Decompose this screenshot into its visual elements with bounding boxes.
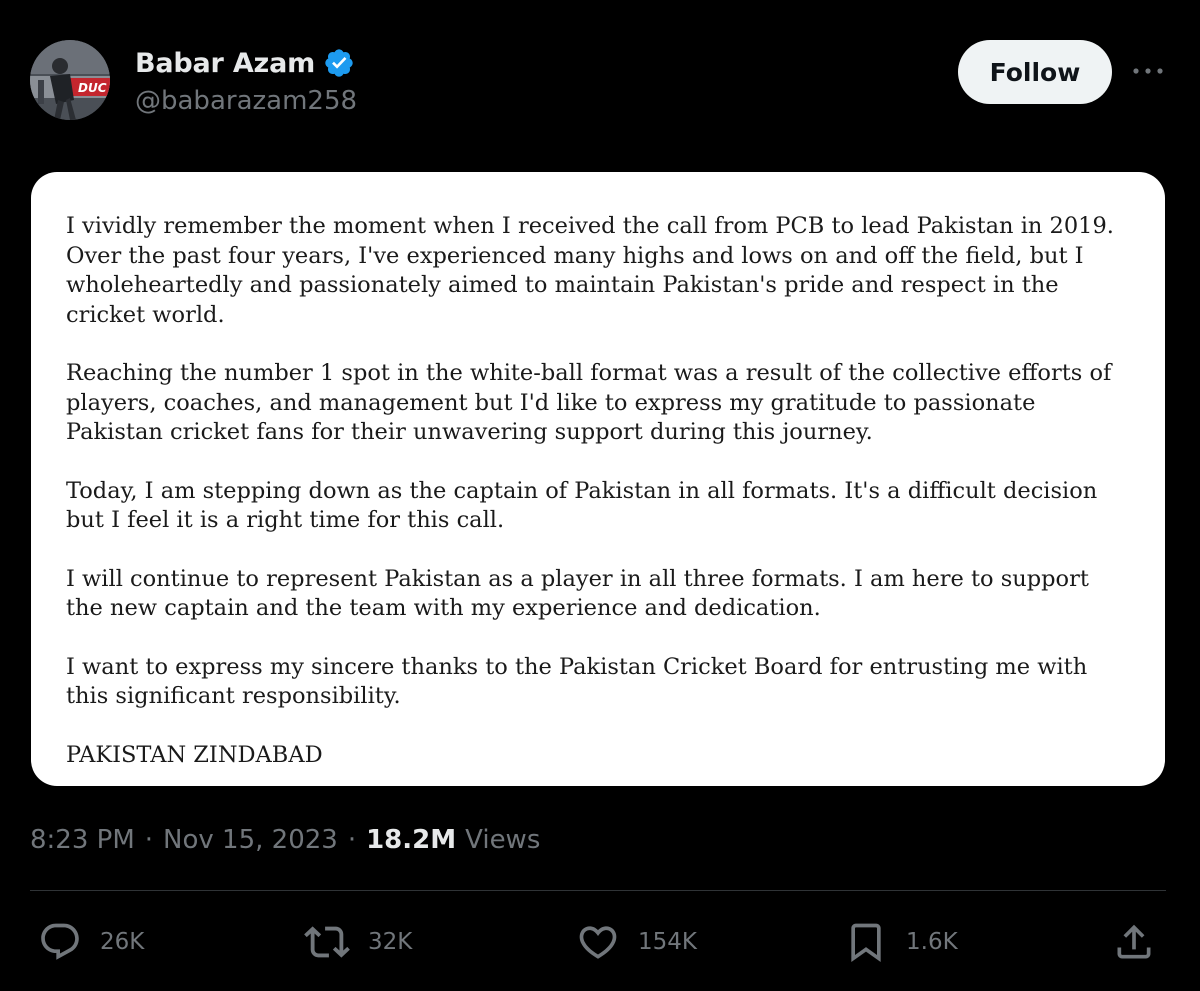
statement-paragraph: I want to express my sincere thanks to t…: [66, 653, 1088, 710]
bookmark-icon: [851, 923, 881, 963]
statement-paragraph: Today, I am stepping down as the captain…: [66, 477, 1098, 534]
bookmark-count: 1.6K: [906, 929, 958, 955]
reply-count: 26K: [100, 929, 145, 955]
action-bar: 26K 32K 154K 1.6K: [30, 918, 1170, 966]
tweet-header: DUC Babar Azam @babarazam258 Follow: [30, 40, 1170, 122]
heart-icon: [579, 926, 617, 959]
reply-bubble-icon: [41, 923, 79, 960]
meta-separator: ·: [347, 825, 357, 855]
share-button[interactable]: [1112, 918, 1156, 966]
avatar[interactable]: DUC: [30, 40, 110, 120]
name-row: Babar Azam: [135, 44, 355, 82]
post-time[interactable]: 8:23 PM: [30, 825, 135, 855]
statement-paragraph: I will continue to represent Pakistan as…: [66, 565, 1089, 622]
more-dots-icon[interactable]: [1126, 54, 1170, 88]
meta-separator: ·: [144, 825, 154, 855]
post-date[interactable]: Nov 15, 2023: [163, 825, 338, 855]
repost-count: 32K: [368, 929, 413, 955]
bookmark-button[interactable]: 1.6K: [844, 918, 958, 966]
tweet-meta: 8:23 PM · Nov 15, 2023 · 18.2M Views: [30, 820, 540, 860]
like-count: 154K: [638, 929, 697, 955]
verified-badge-icon[interactable]: [323, 47, 355, 79]
follow-button[interactable]: Follow: [958, 40, 1112, 104]
statement-paragraph: I vividly remember the moment when I rec…: [66, 213, 1114, 328]
like-button[interactable]: 154K: [576, 918, 697, 966]
repost-button[interactable]: 32K: [304, 918, 412, 966]
divider: [30, 890, 1166, 891]
views-count: 18.2M: [366, 825, 457, 855]
share-upload-icon: [1117, 924, 1151, 959]
statement-image[interactable]: I vividly remember the moment when I rec…: [31, 172, 1165, 786]
reply-button[interactable]: 26K: [38, 918, 144, 966]
display-name[interactable]: Babar Azam: [135, 48, 315, 79]
avatar-banner-text: DUC: [78, 81, 107, 95]
user-handle[interactable]: @babarazam258: [135, 86, 357, 116]
statement-signoff: PAKISTAN ZINDABAD: [66, 741, 323, 768]
statement-paragraph: Reaching the number 1 spot in the white-…: [66, 360, 1112, 445]
avatar-image: DUC: [30, 40, 110, 120]
views-label: Views: [465, 825, 541, 855]
repost-arrows-icon: [304, 926, 350, 958]
